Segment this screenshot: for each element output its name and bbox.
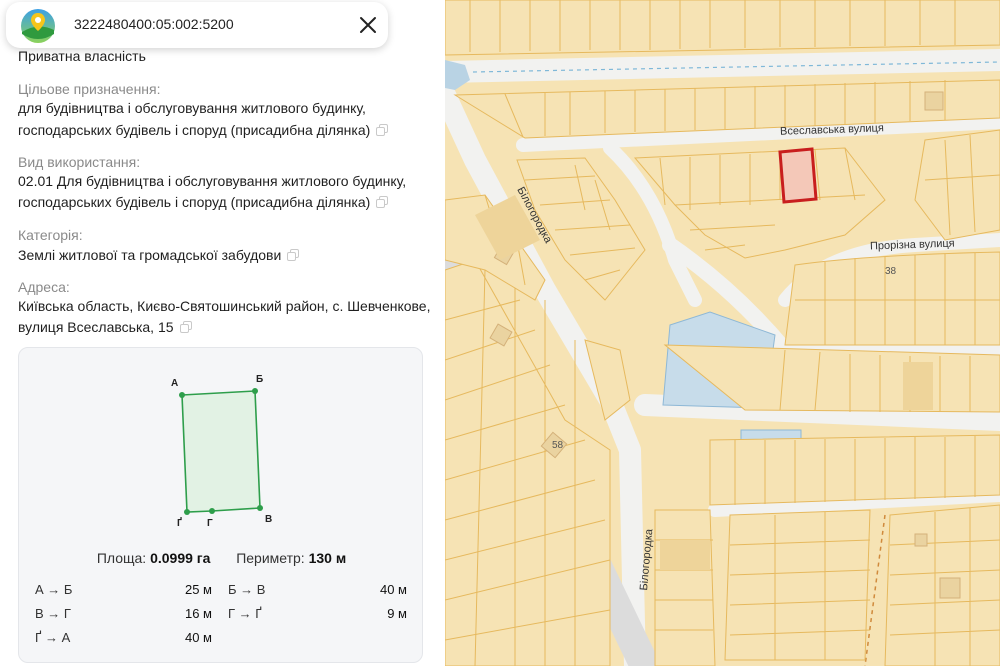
highlighted-parcel <box>903 362 933 410</box>
copy-icon[interactable] <box>287 249 300 261</box>
map-canvas[interactable] <box>445 0 1000 666</box>
vertex-label-g: Г <box>207 518 213 529</box>
perimeter-label: Периметр: <box>236 550 305 566</box>
address-value-line2-text: вулиця Всеславська, 15 <box>18 319 174 335</box>
segment-name: В → Г <box>35 606 71 621</box>
area-label: Площа: <box>96 550 147 566</box>
ownership-value: Приватна власність <box>18 48 146 64</box>
highlighted-parcel <box>660 540 710 570</box>
plot-shape-diagram <box>179 388 263 515</box>
plot-summary: Площа: 0.0999 га Периметр: 130 м <box>19 550 424 566</box>
purpose-value-line2-text: господарських будівель і споруд (присади… <box>18 122 371 138</box>
selected-parcel[interactable] <box>778 147 818 204</box>
address-value-line2: вулиця Всеславська, 15 <box>18 316 192 338</box>
search-bar[interactable]: 3222480400:05:002:5200 <box>6 2 388 48</box>
segment-value: 25 м <box>184 582 212 597</box>
vertex-v-dot <box>257 505 263 511</box>
segment-name: Г → Ґ <box>228 606 262 621</box>
category-value: Землі житлової та громадської забудови <box>18 244 300 266</box>
house-number: 58 <box>552 440 564 451</box>
purpose-value-line1: для будівництва і обслуговування житлово… <box>18 100 366 116</box>
vertex-label-a: А <box>171 378 179 389</box>
close-icon[interactable] <box>356 13 380 37</box>
vertex-b-dot <box>252 388 258 394</box>
vertex-a-dot <box>179 392 185 398</box>
vertex-label-v: В <box>265 514 273 525</box>
usage-value-line2-text: господарських будівель і споруд (присади… <box>18 194 371 210</box>
plot-geometry-card: А Б В Г Ґ Площа: 0.0999 га Периметр: 130… <box>18 347 423 663</box>
usage-value-line2: господарських будівель і споруд (присади… <box>18 191 389 213</box>
copy-icon[interactable] <box>179 321 192 333</box>
segment-value: 40 м <box>379 582 407 597</box>
category-label: Категорія: <box>18 227 83 243</box>
segment-name: А → Б <box>35 582 73 597</box>
vertex-gg-dot <box>184 509 190 515</box>
segment-value: 9 м <box>387 606 407 621</box>
segment-name: Ґ → А <box>35 630 71 645</box>
map-pin-logo-icon <box>21 9 55 43</box>
segment-name: Б → В <box>228 582 266 597</box>
plot-polygon <box>181 390 261 513</box>
area-value: 0.0999 га <box>150 550 211 566</box>
segment-value: 40 м <box>184 630 212 645</box>
segment-value: 16 м <box>184 606 212 621</box>
parcel-info-panel: 3222480400:05:002:5200 Приватна власніст… <box>0 0 445 666</box>
vertex-g-dot <box>209 508 215 514</box>
house-number: 38 <box>885 266 897 277</box>
purpose-value-line2: господарських будівель і споруд (присади… <box>18 119 389 141</box>
category-value-text: Землі житлової та громадської забудови <box>18 247 282 263</box>
perimeter-value: 130 м <box>308 550 347 566</box>
usage-value-line1: 02.01 Для будівництва і обслуговування ж… <box>18 173 407 189</box>
building <box>939 577 961 599</box>
vertex-label-gg: Ґ <box>177 518 182 529</box>
cadastral-number[interactable]: 3222480400:05:002:5200 <box>74 16 234 32</box>
copy-icon[interactable] <box>376 124 389 136</box>
building <box>914 533 928 547</box>
building <box>924 91 944 111</box>
vertex-label-b: Б <box>256 374 264 385</box>
address-value-line1: Київська область, Києво-Святошинський ра… <box>18 298 431 314</box>
copy-icon[interactable] <box>376 196 389 208</box>
cadastral-map[interactable]: Всеславська вулиця Прорізна вулиця Білог… <box>445 0 1000 666</box>
